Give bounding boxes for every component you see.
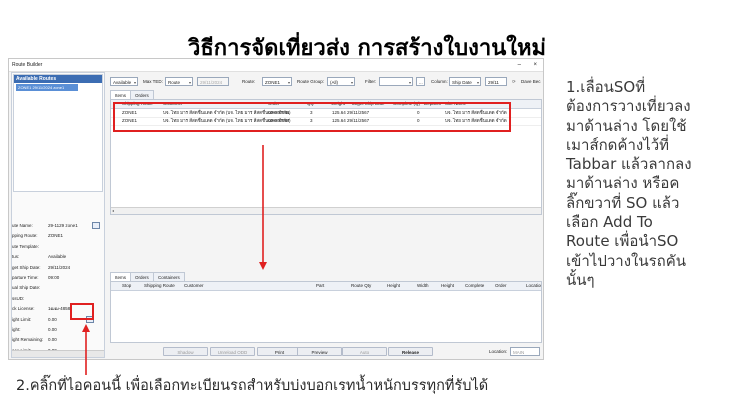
chevron-down-icon: ▾ — [287, 80, 290, 85]
filter-label: Filter: — [365, 79, 377, 84]
tab-items-upper[interactable]: Items — [110, 90, 132, 99]
col-route-qty[interactable]: Route Qty — [351, 282, 371, 290]
chevron-down-icon: ▾ — [350, 80, 353, 85]
lower-grid: Stop Shipping Route Customer Part Route … — [110, 281, 542, 343]
instruction-line: ต้องการวางเที่ยวลง — [566, 97, 691, 116]
print-button[interactable]: Print — [257, 347, 302, 356]
chevron-down-icon: ▾ — [188, 80, 191, 85]
left-panel-scrollbar[interactable] — [12, 350, 104, 357]
release-button[interactable]: Release — [388, 347, 433, 356]
date-field[interactable]: 29/11/2024 — [197, 77, 229, 86]
available-routes-header: Available Routes — [14, 75, 102, 83]
col-width[interactable]: Width — [417, 282, 429, 290]
available-select[interactable]: Available ▾ — [110, 77, 138, 86]
prop-row-shipping-route: pping Route: ZONE1 — [12, 233, 64, 239]
so-rows-highlight — [113, 102, 511, 132]
instruction-line: นั้นๆ — [566, 270, 595, 289]
col-height-2[interactable]: Height — [441, 282, 454, 290]
bottom-buttons: Shadow Unreload ODD Print Preview Auto R… — [107, 346, 543, 357]
location-select[interactable]: MAIN — [510, 347, 540, 356]
edit-route-name-icon[interactable] — [92, 222, 100, 229]
tab-items-lower[interactable]: Items — [110, 272, 132, 281]
upper-grid-scrollbar[interactable]: ◂ — [111, 207, 541, 214]
instruction-line: Tabbar แล้วลากลง — [566, 155, 692, 174]
col-complete[interactable]: Complete — [465, 282, 484, 290]
window-titlebar: Route Builder – × — [9, 59, 543, 72]
route-label: Route: — [242, 79, 256, 84]
column-date-field[interactable]: 29/11 — [485, 77, 507, 86]
route-properties: ute Name: 29-1129 zone1 pping Route: ZONE1… — [12, 221, 104, 356]
col-height[interactable]: Height — [387, 282, 400, 290]
filter-select[interactable]: ▾ — [379, 77, 413, 86]
route-select[interactable]: ZONE1 ▾ — [262, 77, 292, 86]
col-order[interactable]: Order — [495, 282, 507, 290]
lower-grid-header: Stop Shipping Route Customer Part Route … — [111, 282, 541, 291]
prop-row-weight-remaining: ight Remaining: 0.00 — [12, 337, 57, 343]
toolbar: Available ▾ Max TED: Route ▾ 29/11/2024 Ro… — [107, 76, 543, 88]
prop-row-actual-ship-date: ual Ship Date: — [12, 285, 41, 291]
tab-containers-lower[interactable]: Containers — [153, 272, 185, 281]
prop-row-route-template: ute Template: — [12, 243, 39, 249]
col-shipping-route[interactable]: Shipping Route — [144, 282, 175, 290]
instruction-line: เมาส์กดค้างไว้ที่ — [566, 135, 670, 154]
scroll-left-icon: ◂ — [112, 208, 115, 213]
instruction-line: เลือก Add To — [566, 213, 653, 232]
refresh-icon[interactable]: ⟳ — [512, 76, 516, 87]
col-stop[interactable]: Stop — [122, 282, 131, 290]
instruction-line: มาด้านล่าง หรือค — [566, 174, 680, 193]
location-label: Location: — [489, 349, 508, 354]
column-select[interactable]: Ship Date ▾ — [449, 77, 481, 86]
max-ted-label: Max TED: — [143, 79, 163, 84]
prop-row-status: tus: Available — [12, 254, 67, 260]
tab-orders-upper[interactable]: Orders — [130, 90, 154, 99]
dave-label: Dave Bec — [521, 79, 541, 84]
column-label: Column: — [431, 79, 448, 84]
minimize-icon[interactable]: – — [518, 59, 521, 71]
col-part[interactable]: Part — [316, 282, 324, 290]
prop-row-weight: ight: 0.00 — [12, 326, 57, 332]
col-customer[interactable]: Customer — [184, 282, 204, 290]
shadow-button[interactable]: Shadow — [163, 347, 208, 356]
upper-tabs: Items Orders — [110, 90, 170, 99]
bottom-instruction: 2.คลิ๊กที่ไอคอนนี้ เพื่อเลือกทะเบียนรถสำ… — [16, 378, 489, 394]
route-group-select[interactable]: (All) ▾ — [327, 77, 355, 86]
preview-button[interactable]: Preview — [297, 347, 342, 356]
right-instructions: 1.เลื่อนSOที่ ต้องการวางเที่ยวลง มาด้านล… — [566, 78, 726, 290]
instruction-line: มาด้านล่าง โดยใช้ — [566, 116, 687, 135]
prop-row-departure-time: parture Time: 09:00 — [12, 274, 60, 280]
tab-orders-lower[interactable]: Orders — [130, 272, 154, 281]
col-location[interactable]: Location — [526, 282, 541, 290]
lower-tabs: Items Orders Containers — [110, 272, 200, 281]
instruction-line: Route เพื่อนำSO — [566, 232, 679, 251]
filter-browse-button[interactable]: ... — [416, 77, 425, 86]
window-title: Route Builder — [12, 62, 43, 68]
close-icon[interactable]: × — [533, 59, 537, 71]
instruction-line: 1.เลื่อนSOที่ — [566, 78, 646, 96]
prop-row-route-name: ute Name: 29-1129 zone1 — [12, 221, 104, 231]
instruction-line: ลิ๊กขวาที่ SO แล้ว — [566, 193, 680, 212]
chevron-down-icon: ▾ — [408, 80, 411, 85]
chevron-down-icon: ▾ — [133, 80, 136, 85]
available-routes-list[interactable]: Available Routes ZONE1 29/11/2024 zone1 — [13, 74, 103, 192]
max-ted-select[interactable]: Route ▾ — [165, 77, 193, 86]
route-builder-window: Route Builder – × Available Routes ZONE1… — [8, 58, 544, 360]
truck-icon-highlight — [70, 303, 94, 320]
chevron-down-icon: ▾ — [476, 80, 479, 85]
available-route-item[interactable]: ZONE1 29/11/2024 zone1 — [16, 84, 78, 91]
instruction-line: เข้าไปวางในรถคัน — [566, 251, 687, 270]
auto-button[interactable]: Auto — [342, 347, 387, 356]
prop-row-target-ship-date: get Ship Date: 29/11/2024 — [12, 264, 71, 270]
unreload-button[interactable]: Unreload ODD — [210, 347, 255, 356]
route-group-label: Route Group: — [297, 79, 325, 84]
